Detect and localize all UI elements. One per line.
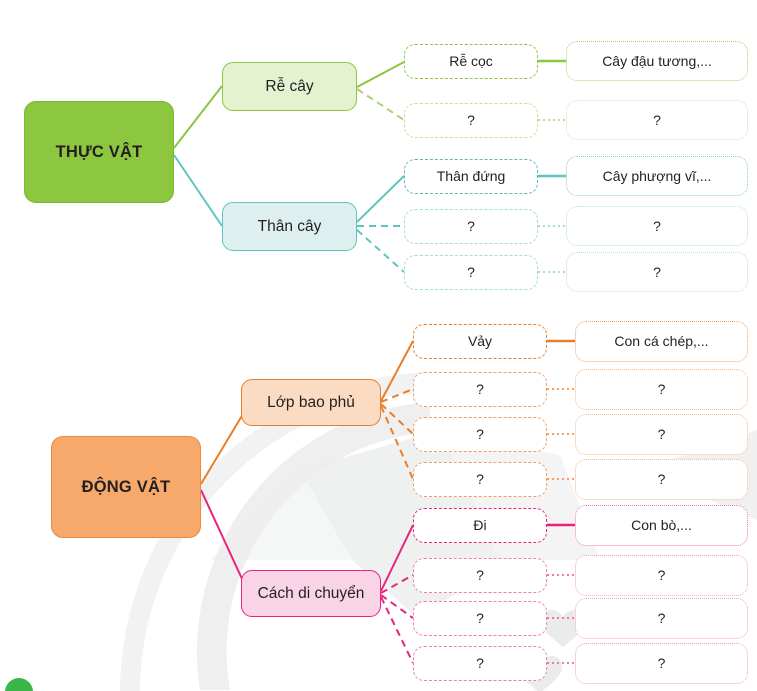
example-node-move-type-4[interactable]: ? [575, 643, 748, 684]
example-node-root-type-1[interactable]: Cây đậu tương,... [566, 41, 748, 81]
page-marker-badge [5, 678, 33, 691]
example-node-move-type-3[interactable]: ? [575, 598, 748, 639]
leaf-node-cover-type-3[interactable]: ? [413, 417, 547, 452]
category-node-body-cover[interactable]: Lớp bao phủ [241, 379, 381, 426]
example-node-root-type-2[interactable]: ? [566, 100, 748, 140]
example-node-cover-type-1[interactable]: Con cá chép,... [575, 321, 748, 362]
root-node-plants[interactable]: THỰC VẬT [24, 101, 174, 203]
example-node-cover-type-3[interactable]: ? [575, 414, 748, 455]
category-node-root-part[interactable]: Rễ cây [222, 62, 357, 111]
leaf-node-cover-type-4[interactable]: ? [413, 462, 547, 497]
leaf-node-cover-type-2[interactable]: ? [413, 372, 547, 407]
leaf-node-stem-type-1[interactable]: Thân đứng [404, 159, 538, 194]
root-node-animals[interactable]: ĐỘNG VẬT [51, 436, 201, 538]
leaf-node-cover-type-1[interactable]: Vảy [413, 324, 547, 359]
example-node-cover-type-2[interactable]: ? [575, 369, 748, 410]
leaf-node-move-type-2[interactable]: ? [413, 558, 547, 593]
example-node-cover-type-4[interactable]: ? [575, 459, 748, 500]
example-node-stem-type-1[interactable]: Cây phượng vĩ,... [566, 156, 748, 196]
leaf-node-root-type-1[interactable]: Rễ cọc [404, 44, 538, 79]
example-node-stem-type-2[interactable]: ? [566, 206, 748, 246]
category-node-locomotion[interactable]: Cách di chuyển [241, 570, 381, 617]
example-node-move-type-1[interactable]: Con bò,... [575, 505, 748, 546]
leaf-node-move-type-4[interactable]: ? [413, 646, 547, 681]
leaf-node-move-type-3[interactable]: ? [413, 601, 547, 636]
category-node-stem-part[interactable]: Thân cây [222, 202, 357, 251]
example-node-move-type-2[interactable]: ? [575, 555, 748, 596]
leaf-node-move-type-1[interactable]: Đi [413, 508, 547, 543]
leaf-node-stem-type-3[interactable]: ? [404, 255, 538, 290]
leaf-node-root-type-2[interactable]: ? [404, 103, 538, 138]
example-node-stem-type-3[interactable]: ? [566, 252, 748, 292]
leaf-node-stem-type-2[interactable]: ? [404, 209, 538, 244]
mind-map-canvas: THỰC VẬT Rễ cây Thân cây Rễ cọc ? Cây đậ… [0, 0, 757, 691]
